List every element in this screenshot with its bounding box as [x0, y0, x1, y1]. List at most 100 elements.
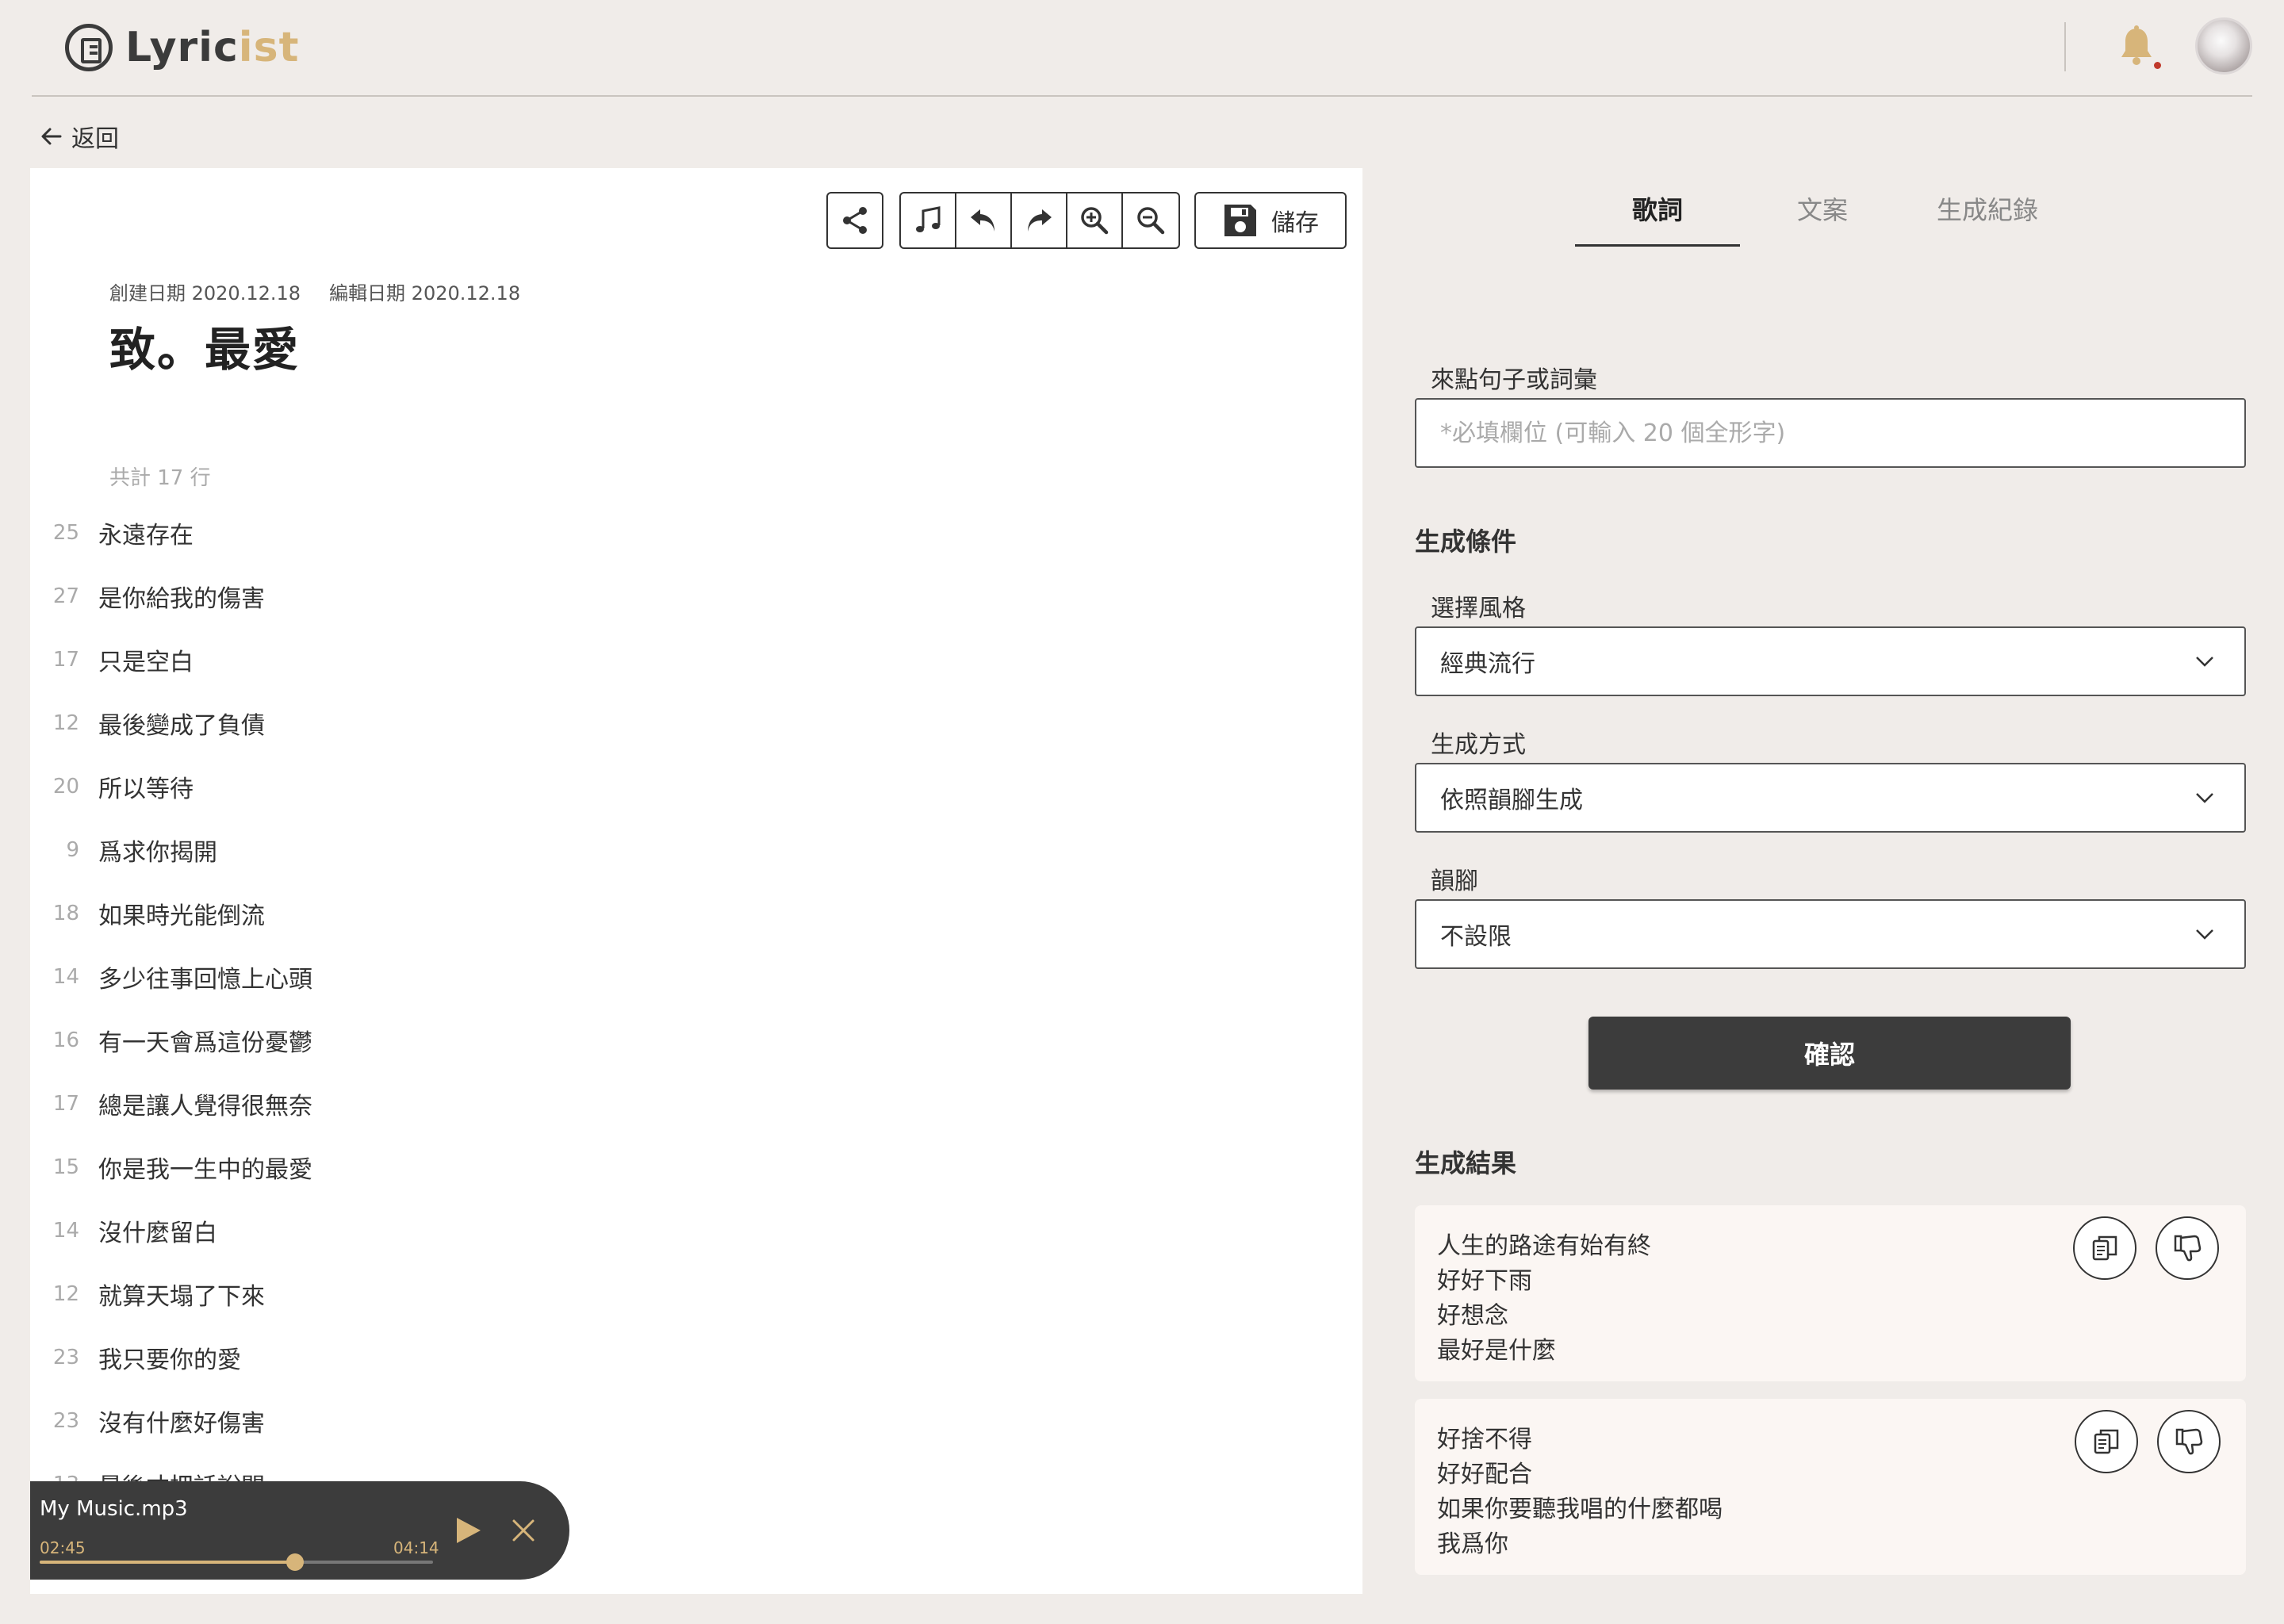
lyric-line[interactable]: 17 總是讓人覺得很無奈	[30, 1072, 1362, 1136]
copy-button[interactable]	[2075, 1410, 2138, 1473]
syllable-count: 12	[52, 1282, 79, 1306]
lyric-text[interactable]: 總是讓人覺得很無奈	[90, 1086, 312, 1121]
undo-button[interactable]	[956, 193, 1012, 247]
back-label: 返回	[71, 125, 119, 153]
current-time: 02:45	[40, 1538, 86, 1557]
syllable-count: 17	[52, 648, 79, 672]
style-value: 經典流行	[1440, 650, 1535, 678]
document-dates: 創建日期 2020.12.18 編輯日期 2020.12.18	[109, 278, 549, 305]
lyric-text[interactable]: 如果時光能倒流	[90, 896, 265, 931]
rhyme-select[interactable]: 不設限	[1415, 899, 2246, 969]
total-time: 04:14	[393, 1538, 439, 1557]
syllable-count: 25	[52, 521, 79, 545]
back-link[interactable]: 返回	[40, 119, 119, 154]
avatar[interactable]	[2195, 17, 2252, 75]
result-line: 我爲你	[1437, 1530, 1508, 1558]
lyric-text[interactable]: 最後變成了負債	[90, 706, 265, 741]
lyric-line[interactable]: 18 如果時光能倒流	[30, 882, 1362, 945]
tab-copywriting[interactable]: 文案	[1740, 190, 1905, 247]
close-player-button[interactable]	[511, 1518, 536, 1543]
bell-icon[interactable]	[2119, 25, 2161, 70]
copy-icon	[2094, 1429, 2119, 1454]
dislike-button[interactable]	[2157, 1410, 2221, 1473]
lyric-text[interactable]: 你是我一生中的最愛	[90, 1150, 312, 1185]
lyric-text[interactable]: 沒有什麼好傷害	[90, 1404, 265, 1438]
lyric-text[interactable]: 有一天會爲這份憂鬱	[90, 1023, 312, 1058]
lyric-line[interactable]: 17 只是空白	[30, 628, 1362, 691]
save-button[interactable]: 儲存	[1194, 192, 1347, 249]
phrase-input[interactable]	[1440, 419, 2244, 447]
style-label: 選擇風格	[1431, 595, 1526, 622]
zoom-in-button[interactable]	[1067, 193, 1123, 247]
lyric-text[interactable]: 多少往事回憶上心頭	[90, 959, 312, 994]
document-title[interactable]: 致。最愛	[109, 312, 300, 379]
syllable-count: 27	[52, 584, 79, 608]
redo-icon	[1028, 209, 1052, 232]
lyric-text[interactable]: 所以等待	[90, 769, 194, 804]
tab-lyrics[interactable]: 歌詞	[1575, 190, 1740, 247]
rhyme-value: 不設限	[1440, 923, 1512, 951]
syllable-count: 20	[52, 775, 79, 799]
lyric-line[interactable]: 12 就算天塌了下來	[30, 1262, 1362, 1326]
lyric-line[interactable]: 23 我只要你的愛	[30, 1326, 1362, 1389]
progress-bar[interactable]	[40, 1553, 433, 1571]
copy-icon	[2092, 1235, 2117, 1261]
lyric-line[interactable]: 16 有一天會爲這份憂鬱	[30, 1009, 1362, 1072]
result-card: 人生的路途有始有終 好好下雨 好想念 最好是什麼	[1415, 1205, 2246, 1381]
lyric-line[interactable]: 27 是你給我的傷害	[30, 565, 1362, 628]
edit-tool-group	[899, 192, 1180, 249]
lyric-line[interactable]: 20 所以等待	[30, 755, 1362, 818]
confirm-button[interactable]: 確認	[1588, 1017, 2071, 1090]
chevron-down-icon	[2196, 657, 2213, 667]
lyric-line[interactable]: 12 最後變成了負債	[30, 691, 1362, 755]
syllable-count: 16	[52, 1028, 79, 1052]
share-icon	[843, 207, 867, 234]
lyric-text[interactable]: 爲求你揭開	[90, 833, 217, 868]
syllable-count: 15	[52, 1155, 79, 1179]
method-select[interactable]: 依照韻腳生成	[1415, 763, 2246, 833]
panel-tabs: 歌詞 文案 生成紀錄	[1575, 190, 2070, 247]
app-name: Lyricist	[125, 24, 300, 71]
progress-handle[interactable]	[286, 1553, 305, 1571]
chevron-down-icon	[2196, 793, 2213, 803]
app-logo[interactable]: Lyricist	[65, 24, 299, 71]
result-line: 最好是什麼	[1437, 1337, 1556, 1365]
rhyme-label: 韻腳	[1431, 868, 1478, 895]
zoom-out-button[interactable]	[1123, 193, 1178, 247]
floppy-disk-icon	[1224, 205, 1256, 236]
lyric-line[interactable]: 14 沒什麼留白	[30, 1199, 1362, 1262]
style-select[interactable]: 經典流行	[1415, 626, 2246, 696]
music-button[interactable]	[901, 193, 956, 247]
lyric-text[interactable]: 沒什麼留白	[90, 1213, 217, 1248]
redo-button[interactable]	[1012, 193, 1067, 247]
lyric-text[interactable]: 只是空白	[90, 642, 194, 677]
lyric-line[interactable]: 23 沒有什麼好傷害	[30, 1389, 1362, 1453]
lyric-line[interactable]: 25 永遠存在	[30, 501, 1362, 565]
lyric-text[interactable]: 是你給我的傷害	[90, 579, 265, 614]
lyrics-editor: 儲存 創建日期 2020.12.18 編輯日期 2020.12.18 致。最愛 共…	[30, 168, 1362, 1594]
lyric-line[interactable]: 14 多少往事回憶上心頭	[30, 945, 1362, 1009]
share-button[interactable]	[826, 192, 883, 249]
syllable-count: 23	[52, 1346, 79, 1369]
thumbs-down-icon	[2175, 1428, 2203, 1455]
syllable-count: 17	[52, 1092, 79, 1116]
phrase-field	[1415, 398, 2246, 468]
zoom-in-icon	[1081, 207, 1109, 235]
result-card: 好捨不得 好好配合 如果你要聽我唱的什麼都喝 我爲你	[1415, 1399, 2246, 1575]
copy-button[interactable]	[2073, 1216, 2136, 1280]
line-count: 共計 17 行	[109, 466, 211, 490]
app-header: Lyricist	[32, 0, 2252, 97]
conditions-title: 生成條件	[1415, 527, 1517, 557]
play-button[interactable]	[452, 1515, 484, 1546]
method-value: 依照韻腳生成	[1440, 787, 1583, 814]
lyric-line[interactable]: 9 爲求你揭開	[30, 818, 1362, 882]
lyric-line[interactable]: 15 你是我一生中的最愛	[30, 1136, 1362, 1199]
lyric-text[interactable]: 永遠存在	[90, 515, 194, 550]
arrow-left-icon	[41, 128, 62, 145]
lyric-text[interactable]: 就算天塌了下來	[90, 1277, 265, 1312]
close-icon	[512, 1519, 535, 1542]
lyric-text[interactable]: 我只要你的愛	[90, 1340, 241, 1375]
tab-history[interactable]: 生成紀錄	[1905, 190, 2070, 247]
dislike-button[interactable]	[2156, 1216, 2219, 1280]
result-line: 如果你要聽我唱的什麼都喝	[1437, 1496, 1723, 1523]
